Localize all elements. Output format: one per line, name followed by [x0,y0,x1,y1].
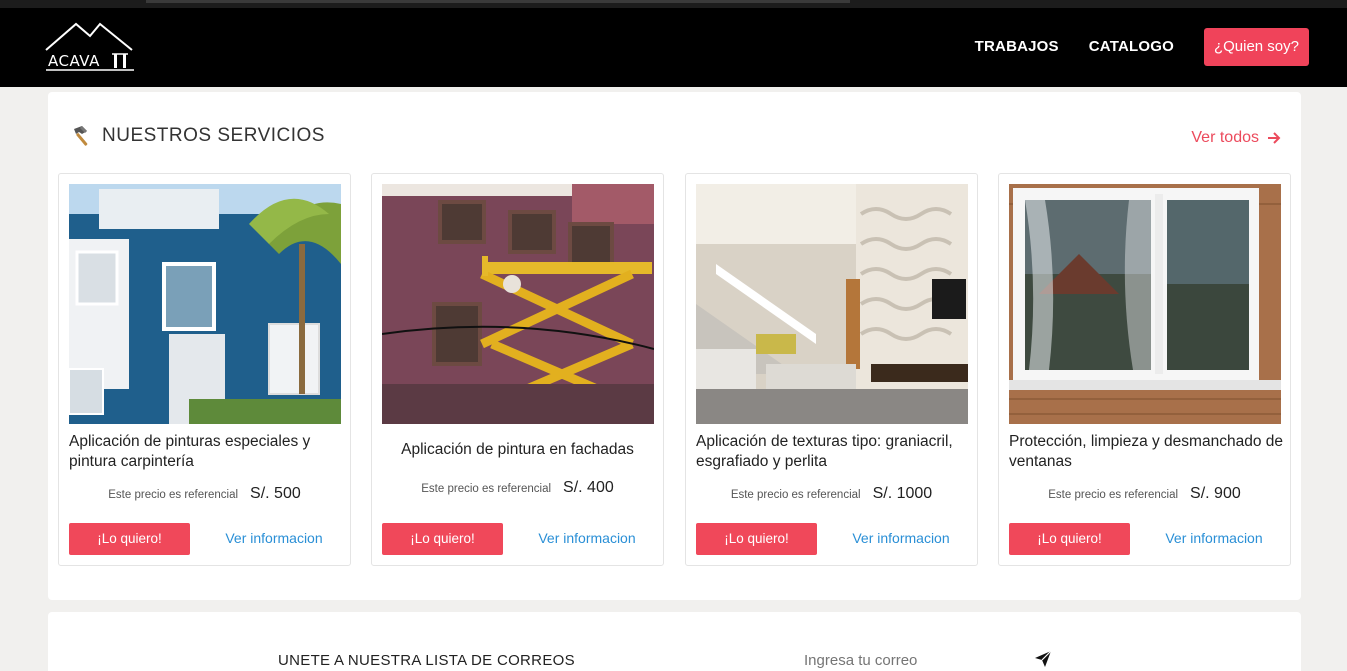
service-card: Aplicación de texturas tipo: graniacril,… [685,173,978,566]
arrow-right-icon [1268,132,1281,144]
see-all-label: Ver todos [1191,129,1259,146]
price-row: Este precio es referencial S/. 900 [999,485,1290,503]
main-nav: TRABAJOS CATALOGO ¿Quien soy? [975,28,1309,66]
service-card: Aplicación de pintura en fachadas Este p… [371,173,664,566]
newsletter-label: UNETE A NUESTRA LISTA DE CORREOS [278,652,575,669]
price-value: S/. 1000 [872,485,933,502]
nav-trabajos[interactable]: TRABAJOS [975,28,1059,66]
price-note: Este precio es referencial [108,489,239,501]
service-title: Aplicación de texturas tipo: graniacril,… [696,433,953,470]
service-card: Aplicación de pinturas especiales y pint… [58,173,351,566]
lo-quiero-button[interactable]: ¡Lo quiero! [1009,523,1130,555]
lo-quiero-button[interactable]: ¡Lo quiero! [69,523,190,555]
price-value: S/. 400 [563,479,614,496]
price-row: Este precio es referencial S/. 400 [372,479,663,497]
services-section: NUESTROS SERVICIOS Ver todos Aplicación … [48,92,1301,600]
service-image-facade[interactable] [382,184,654,424]
lo-quiero-button[interactable]: ¡Lo quiero! [696,523,817,555]
ver-informacion-link[interactable]: Ver informacion [209,530,339,546]
lo-quiero-button[interactable]: ¡Lo quiero! [382,523,503,555]
service-title: Aplicación de pintura en fachadas [401,441,634,458]
ver-informacion-link[interactable]: Ver informacion [522,530,652,546]
price-note: Este precio es referencial [421,483,552,495]
service-image-window[interactable] [1009,184,1281,424]
service-title: Aplicación de pinturas especiales y pint… [69,433,311,470]
service-card: Protección, limpieza y desmanchado de ve… [998,173,1291,566]
logo[interactable]: ACAVA [42,20,138,74]
see-all-link[interactable]: Ver todos [1191,129,1281,147]
newsletter-section: UNETE A NUESTRA LISTA DE CORREOS [48,612,1301,671]
browser-top-strip [0,0,1347,8]
price-value: S/. 500 [250,485,301,502]
ver-informacion-link[interactable]: Ver informacion [1149,530,1279,546]
hammer-icon [74,126,88,146]
nav-catalogo[interactable]: CATALOGO [1089,28,1174,66]
price-row: Este precio es referencial S/. 1000 [686,485,977,503]
price-note: Este precio es referencial [1048,489,1179,501]
scrollbar[interactable] [146,0,850,3]
ver-informacion-link[interactable]: Ver informacion [836,530,966,546]
service-title: Protección, limpieza y desmanchado de ve… [1009,433,1283,470]
service-image-blue-house[interactable] [69,184,341,424]
paper-plane-icon[interactable] [1034,650,1052,668]
price-value: S/. 900 [1190,485,1241,502]
price-note: Este precio es referencial [730,489,861,501]
section-title: NUESTROS SERVICIOS [102,125,325,146]
service-image-texture-room[interactable] [696,184,968,424]
logo-text: ACAVA [48,52,100,70]
site-header: ACAVA TRABAJOS CATALOGO ¿Quien soy? [0,8,1347,87]
quien-soy-button[interactable]: ¿Quien soy? [1203,28,1309,66]
email-input[interactable] [804,652,1024,669]
price-row: Este precio es referencial S/. 500 [59,485,350,503]
section-heading: NUESTROS SERVICIOS [70,124,325,148]
